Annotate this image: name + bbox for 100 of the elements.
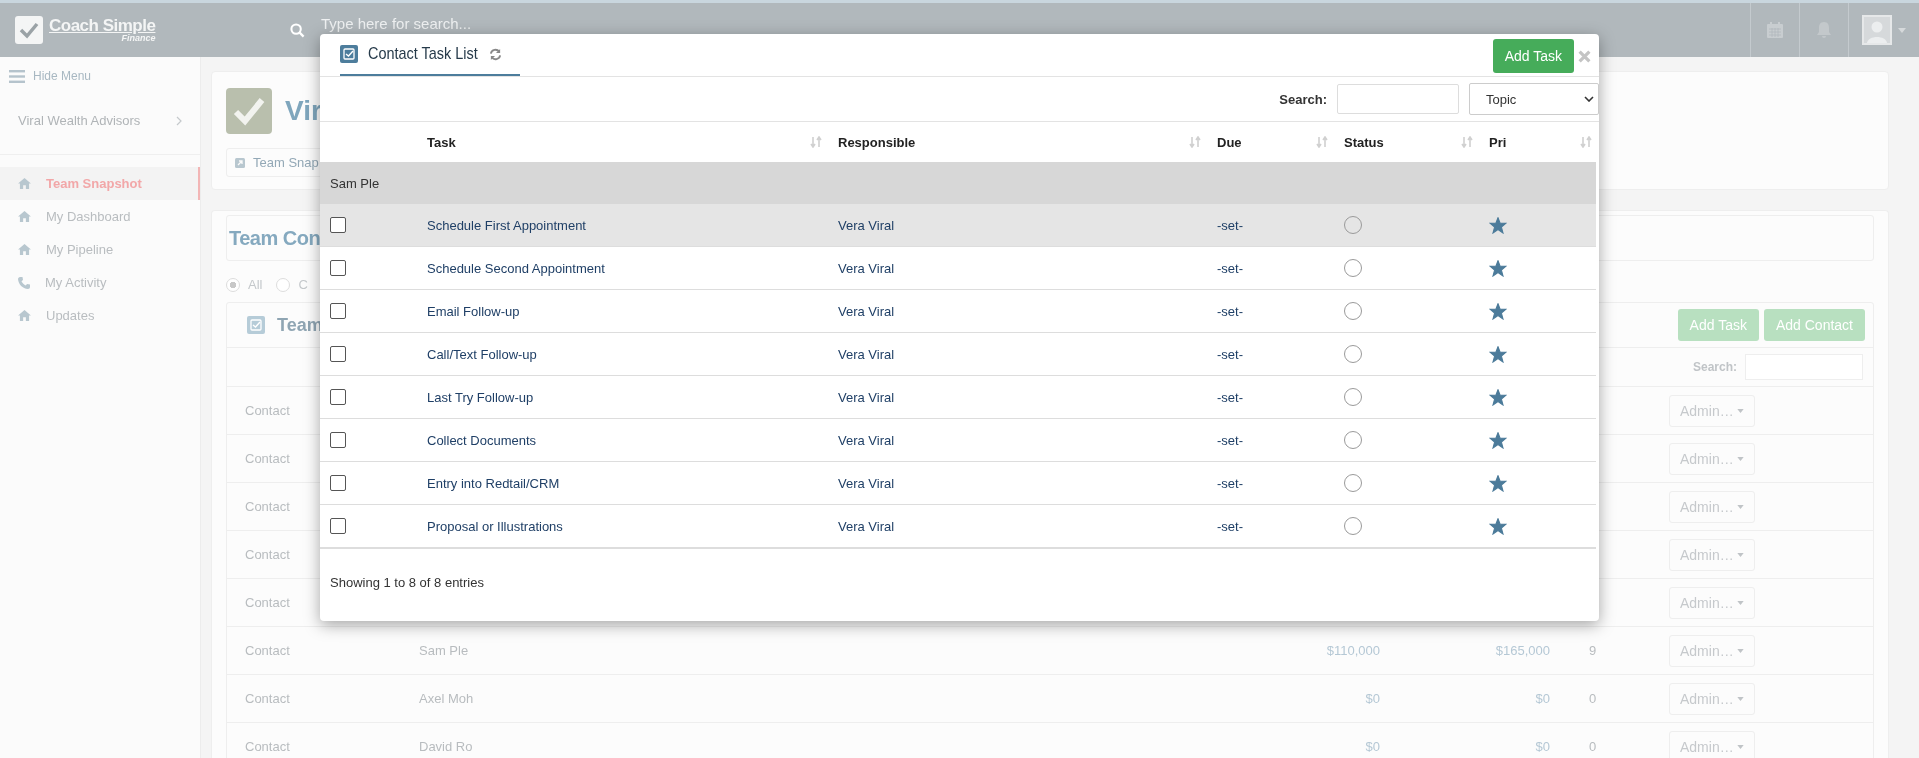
table-cell: $0 (1535, 691, 1550, 706)
priority-star-icon[interactable] (1489, 216, 1507, 234)
menu-icon[interactable] (9, 69, 25, 83)
sort-icon[interactable] (810, 136, 822, 148)
column-header[interactable]: Pri (1489, 134, 1507, 150)
caret-icon (1736, 456, 1744, 461)
column-header[interactable]: Due (1217, 134, 1242, 150)
table-cell-text: Contact (245, 739, 291, 754)
task-link[interactable]: Entry into Redtail/CRM (427, 475, 560, 491)
checkbox[interactable] (330, 518, 346, 535)
due-date-link[interactable]: -set- (1217, 389, 1243, 405)
checkbox-icon (247, 316, 265, 334)
caret-icon (1736, 408, 1744, 413)
chevron-down-icon (1584, 96, 1594, 102)
task-link[interactable]: Schedule Second Appointment (427, 260, 605, 276)
table-cell-text: Contact (245, 643, 291, 658)
table-cell-text: Contact (245, 595, 291, 610)
table-cell: $0 (1365, 691, 1380, 706)
search-icon[interactable] (290, 22, 305, 38)
entries-info: Showing 1 to 8 of 8 entries (320, 548, 1596, 616)
responsible-link[interactable]: Vera Viral (838, 475, 895, 491)
page-title: Vir (285, 95, 322, 127)
table-cell: $110,000 (1326, 643, 1380, 658)
caret-icon (1736, 648, 1744, 653)
task-row[interactable]: Entry into Redtail/CRM Vera Viral -set- (320, 461, 1596, 505)
sort-icon[interactable] (1316, 136, 1328, 148)
checkbox[interactable] (330, 217, 346, 234)
house-icon (18, 244, 31, 255)
checkbox-icon (340, 45, 358, 63)
checkbox[interactable] (330, 346, 346, 363)
due-date-link[interactable]: -set- (1217, 432, 1243, 448)
sort-icon[interactable] (1461, 136, 1473, 148)
filter-label: All (248, 277, 263, 292)
checkbox[interactable] (330, 389, 346, 406)
sort-icon[interactable] (1580, 136, 1592, 148)
radio-button[interactable] (226, 277, 240, 292)
dialog-tab[interactable]: Contact Task List (340, 34, 521, 76)
priority-star-icon[interactable] (1489, 302, 1507, 320)
table-cell: Axel Moh (419, 691, 474, 706)
checkmark-logo-icon[interactable] (15, 16, 43, 44)
due-date-link[interactable]: -set- (1217, 303, 1243, 319)
task-row[interactable]: Proposal or Illustrations Vera Viral -set- (320, 504, 1596, 548)
table-cell-text: Contact (245, 691, 291, 706)
priority-star-icon[interactable] (1489, 388, 1507, 406)
task-row[interactable]: Schedule Second Appointment Vera Viral -set- (320, 246, 1596, 290)
checkbox[interactable] (330, 303, 346, 320)
search-label: Search: (1279, 91, 1327, 107)
table-cell: 0 (1589, 691, 1597, 706)
task-row[interactable]: Email Follow-up Vera Viral -set- (320, 289, 1596, 333)
section-title: Team Con (229, 226, 321, 250)
due-date-link[interactable]: -set- (1217, 260, 1243, 276)
task-row[interactable]: Schedule First Appointment Vera Viral -set- (320, 204, 1596, 247)
task-link[interactable]: Collect Documents (427, 432, 537, 448)
responsible-link[interactable]: Vera Viral (838, 303, 895, 319)
due-date-link[interactable]: -set- (1217, 518, 1243, 534)
group-label: Sam Ple (330, 175, 380, 191)
task-row[interactable]: Last Try Follow-up Vera Viral -set- (320, 375, 1596, 419)
responsible-link[interactable]: Vera Viral (838, 518, 895, 534)
task-link[interactable]: Proposal or Illustrations (427, 518, 563, 534)
topic-select[interactable]: Topic (1469, 83, 1599, 115)
dialog-title: Contact Task List (368, 44, 478, 64)
priority-star-icon[interactable] (1489, 431, 1507, 449)
column-header[interactable]: Task (427, 134, 456, 150)
task-row[interactable]: Call/Text Follow-up Vera Viral -set- (320, 332, 1596, 376)
table-cell: $165,000 (1495, 643, 1550, 658)
caret-icon (1736, 504, 1744, 509)
responsible-link[interactable]: Vera Viral (838, 432, 895, 448)
close-icon[interactable] (1578, 49, 1591, 63)
task-link[interactable]: Last Try Follow-up (427, 389, 534, 405)
due-date-link[interactable]: -set- (1217, 475, 1243, 491)
priority-star-icon[interactable] (1489, 517, 1507, 535)
radio-button[interactable] (276, 277, 291, 292)
table-cell-text: Contact (245, 403, 291, 418)
chevron-right-icon[interactable] (176, 115, 182, 126)
column-header[interactable]: Status (1344, 134, 1384, 150)
search-field[interactable] (1337, 84, 1459, 114)
task-row[interactable]: Collect Documents Vera Viral -set- (320, 418, 1596, 462)
responsible-link[interactable]: Vera Viral (838, 389, 895, 405)
caret-icon (1736, 744, 1744, 749)
search-field[interactable]: Type here for search... (319, 13, 623, 33)
due-date-link[interactable]: -set- (1217, 346, 1243, 362)
refresh-icon[interactable] (489, 47, 503, 61)
caret-icon[interactable] (1898, 27, 1906, 33)
task-link[interactable]: Schedule First Appointment (427, 217, 586, 233)
responsible-link[interactable]: Vera Viral (838, 346, 895, 362)
table-cell: $0 (1535, 739, 1550, 754)
checkbox[interactable] (330, 260, 346, 277)
priority-star-icon[interactable] (1489, 345, 1507, 363)
checkbox[interactable] (330, 475, 346, 492)
column-header[interactable]: Responsible (838, 134, 916, 150)
due-date-link[interactable]: -set- (1217, 217, 1243, 233)
sort-icon[interactable] (1189, 136, 1201, 148)
task-link[interactable]: Call/Text Follow-up (427, 346, 537, 362)
checkbox[interactable] (330, 432, 346, 449)
caret-icon (1736, 696, 1744, 701)
task-link[interactable]: Email Follow-up (427, 303, 520, 319)
priority-star-icon[interactable] (1489, 474, 1507, 492)
priority-star-icon[interactable] (1489, 259, 1507, 277)
responsible-link[interactable]: Vera Viral (838, 260, 895, 276)
responsible-link[interactable]: Vera Viral (838, 217, 895, 233)
